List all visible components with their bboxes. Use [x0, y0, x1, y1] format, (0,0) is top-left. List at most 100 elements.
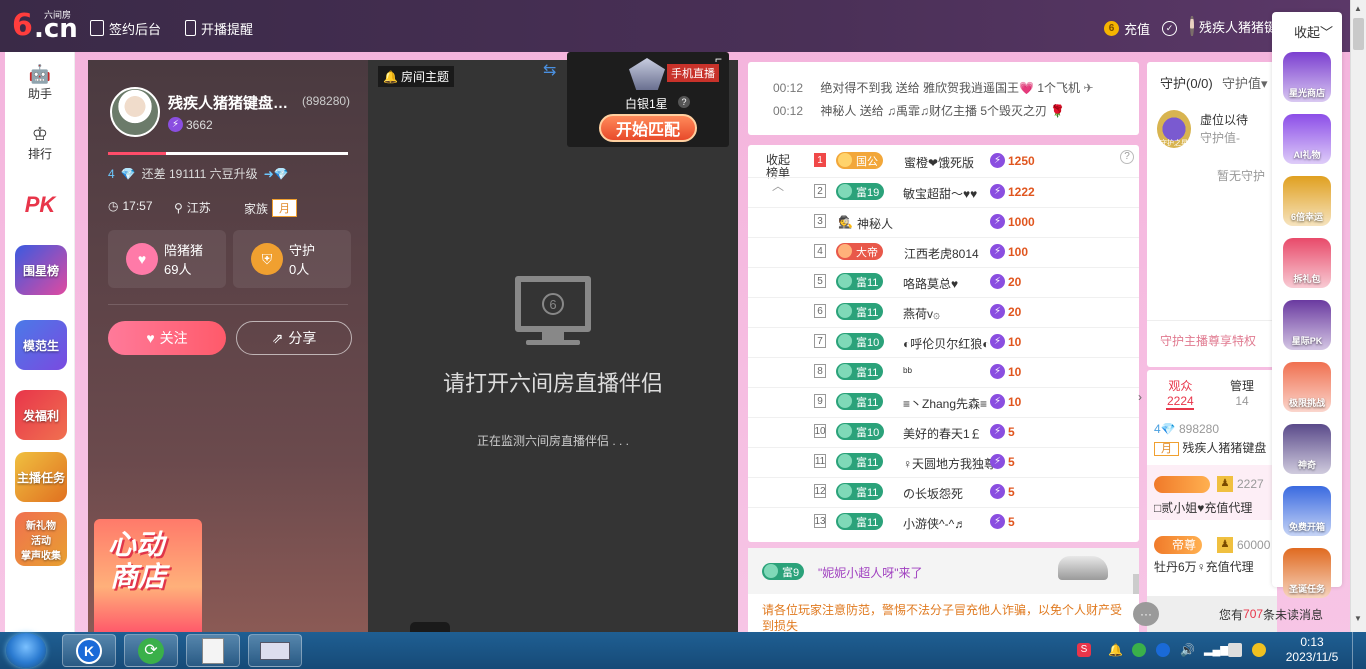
video-main-text: 请打开六间房直播伴侣 [442, 371, 663, 396]
ticker-item: 00:12 绝对得不到我 送给 雅欣贺我逍遥国王💗 1个飞机 ✈ [773, 81, 1094, 95]
taskbar-app-document[interactable] [186, 634, 240, 667]
site-logo[interactable]: 六间房 6 .cn [12, 8, 78, 44]
share-button[interactable]: ⇗ 分享 [236, 321, 352, 355]
collapse-button[interactable]: 收起﹀ [1294, 22, 1333, 41]
gift-ticker: 00:12 绝对得不到我 送给 雅欣贺我逍遥国王💗 1个飞机 ✈ 00:12 神… [748, 62, 1139, 135]
activity-item[interactable]: AI礼物 [1283, 114, 1331, 164]
monitor-icon: 6 [515, 276, 591, 332]
taskbar-app-keyboard[interactable] [248, 634, 302, 667]
clipboard-icon[interactable] [1228, 643, 1242, 657]
activity-item[interactable]: 极限挑战 [1283, 362, 1331, 412]
rank-row[interactable]: 4 大帝 江西老虎8014 ⚡ 100 [748, 237, 1139, 267]
fans-button[interactable]: ♥ 陪猪猪 69人 [108, 230, 226, 288]
volume-icon[interactable]: 🔊 [1180, 643, 1195, 657]
audience-item[interactable]: ♟ 2227 □贰小姐♥充值代理 [1147, 465, 1277, 520]
nav-welfare[interactable]: 发福利 [15, 390, 67, 440]
rank-score: ⚡ 1000 [990, 214, 1035, 229]
rank-row[interactable]: 6 富11 燕荷v۞ ⚡ 20 [748, 297, 1139, 327]
nav-anchor-task[interactable]: 主播任务 [15, 452, 67, 502]
store-icon[interactable] [1252, 643, 1266, 657]
user-icon: ♟ [1217, 537, 1233, 553]
live-reminder-button[interactable]: 开播提醒 [185, 18, 253, 38]
k-tray-icon[interactable] [1156, 643, 1170, 657]
rank-row[interactable]: 11 富11 ♀天圆地方我独尊 ⚡ 5 [748, 447, 1139, 477]
rank-number: 2 [814, 184, 826, 198]
rank-row[interactable]: 8 富11 ᵇᵇ ⚡ 10 [748, 357, 1139, 387]
rank-score: ⚡ 1250 [990, 153, 1035, 168]
rank-row[interactable]: 1 国公 蜜橙❤饿死版 ⚡ 1250 [748, 147, 1139, 177]
tab-guard-value[interactable]: 守护值▾ [1222, 73, 1268, 92]
scrollbar-thumb[interactable] [1353, 18, 1364, 50]
heart-icon: ♥ [126, 243, 158, 275]
page-scrollbar[interactable]: ▲ ▼ [1350, 0, 1366, 632]
verified-icon-wrap[interactable]: ✓ [1162, 18, 1177, 38]
activity-item[interactable]: 拆礼包 [1283, 238, 1331, 288]
nav-assistant[interactable]: 🤖 助手 [5, 64, 75, 102]
show-desktop-button[interactable] [1352, 632, 1366, 669]
bolt-icon: ⚡ [990, 334, 1005, 349]
nav-model-student[interactable]: 模范生 [15, 320, 67, 370]
recharge-button[interactable]: 6 充值 [1104, 18, 1150, 38]
anchor-family[interactable]: 家族 月 [244, 199, 298, 217]
activity-item[interactable]: 圣诞任务 [1283, 548, 1331, 598]
guard-button[interactable]: ⛨ 守护 0人 [233, 230, 351, 288]
rank-row[interactable]: 3 🕵 神秘人 ⚡ 1000 [748, 207, 1139, 237]
promo-shop-banner[interactable]: 心动 商店 [94, 519, 202, 632]
unread-messages-bar[interactable]: ··· 您有 707 条未读消息 [1133, 596, 1323, 632]
audience-item[interactable]: 帝尊 ♟ 60000 牡丹6万♀充值代理 [1147, 527, 1277, 582]
activity-item[interactable]: 免费开箱 [1283, 486, 1331, 536]
level-badge: 富10 [836, 423, 885, 440]
location-icon: ⚲ [174, 200, 183, 215]
sync-tray-icon[interactable] [1132, 643, 1146, 657]
taskbar-app-k[interactable]: K [62, 634, 116, 667]
tab-viewers[interactable]: 观众 2224 [1167, 377, 1194, 408]
activity-item[interactable]: 星光商店 [1283, 52, 1331, 102]
activity-item[interactable]: 6倍幸运 [1283, 176, 1331, 226]
anchor-avatar[interactable] [110, 87, 160, 137]
rank-row[interactable]: 12 富11 の长坂怨死 ⚡ 5 [748, 477, 1139, 507]
taskbar-app-sync[interactable]: ⟳ [124, 634, 178, 667]
windows-taskbar: K ⟳ S 🔔 🔊 ▂▄▆ 0:13 2023/11/5 [0, 632, 1366, 669]
switch-icon[interactable]: ⇆ [543, 60, 556, 80]
nav-ranking[interactable]: ♔ 排行 [5, 124, 75, 162]
rank-row[interactable]: 2 富19 敏宝超甜～♥♥ ⚡ 1222 [748, 177, 1139, 207]
network-icon[interactable]: ▂▄▆ [1204, 643, 1229, 657]
chevron-right-icon[interactable]: › [1138, 390, 1142, 404]
sign-backend-button[interactable]: 签约后台 [90, 18, 161, 38]
shield-icon: ⛨ [251, 243, 283, 275]
activity-item[interactable]: 星际PK [1283, 300, 1331, 350]
chat-panel: 富9 "妮妮小超人呀"来了 请各位玩家注意防范，警惕不法分子冒充他人诈骗，以免个… [748, 548, 1139, 633]
level-badge: 富11 [836, 393, 884, 410]
follow-button[interactable]: ♥ 关注 [108, 321, 226, 355]
document-icon [90, 20, 104, 36]
sogou-icon[interactable]: S [1077, 643, 1091, 657]
rank-number: 9 [814, 394, 826, 408]
fraud-notice: 请各位玩家注意防范，警惕不法分子冒充他人诈骗，以免个人财产受到损失 [762, 603, 1123, 633]
guard-star-badge: 守护之星 [1157, 110, 1191, 148]
close-icon[interactable]: ⌐ [715, 52, 722, 66]
guard-privilege-link[interactable]: 守护主播尊享特权 [1160, 332, 1256, 349]
room-topic-label[interactable]: 🔔 房间主题 [378, 66, 454, 87]
tab-admin[interactable]: 管理 14 [1230, 377, 1254, 408]
rank-number: 6 [814, 304, 826, 318]
rank-row[interactable]: 7 富10 ◐呼伦贝尔红狼◐ ⚡ 10 [748, 327, 1139, 357]
help-icon[interactable]: ? [678, 96, 690, 108]
clock-icon: ◷ [108, 199, 119, 213]
nav-group-star[interactable]: 围星榜 [15, 245, 67, 295]
rank-row[interactable]: 9 富11 ≡丶Zhang先森≡ ⚡ 10 [748, 387, 1139, 417]
check-icon: ✓ [1162, 20, 1177, 36]
chat-scrollbar[interactable] [1133, 574, 1139, 594]
start-button[interactable] [6, 633, 46, 668]
activity-item[interactable]: 神奇 [1283, 424, 1331, 474]
taskbar-clock[interactable]: 0:13 2023/11/5 [1280, 635, 1344, 665]
rank-number: 5 [814, 274, 826, 288]
nav-pk[interactable]: PK [5, 192, 75, 218]
rank-row[interactable]: 13 富11 小游侠^-^♬ ⚡ 5 [748, 507, 1139, 537]
audience-item[interactable]: 4💎 898280 月 残疾人猪猪键盘 [1154, 422, 1266, 456]
tab-guard[interactable]: 守护(0/0) [1160, 73, 1213, 92]
start-match-button[interactable]: 开始匹配 [599, 114, 697, 142]
rank-row[interactable]: 5 富11 咯路莫总♥ ⚡ 20 [748, 267, 1139, 297]
rank-row[interactable]: 10 富10 美好的春天1￡ ⚡ 5 [748, 417, 1139, 447]
nav-new-gift[interactable]: 新礼物 活动 掌声收集 [15, 512, 67, 566]
bell-icon[interactable]: 🔔 [1108, 643, 1123, 657]
